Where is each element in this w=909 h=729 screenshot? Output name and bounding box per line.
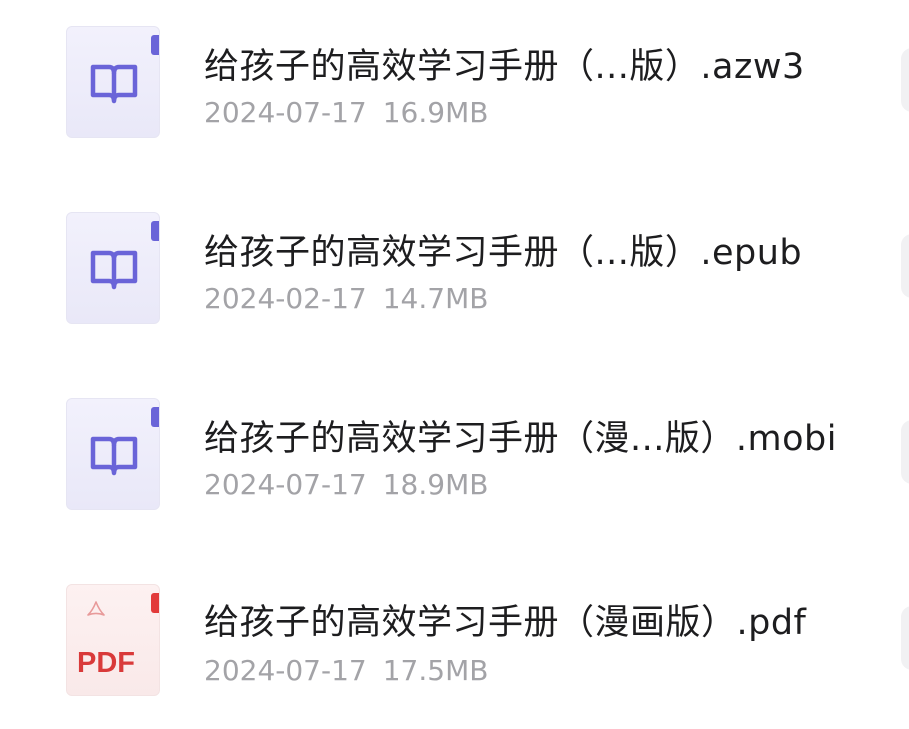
file-list: 给孩子的高效学习手册（...版）.azw3 2024-07-17 16.9MB 给… bbox=[0, 0, 909, 729]
row-action-handle[interactable] bbox=[901, 234, 909, 298]
row-action-handle[interactable] bbox=[901, 48, 909, 112]
file-name: 给孩子的高效学习手册（漫画版）.pdf bbox=[204, 603, 807, 643]
ebook-icon bbox=[66, 26, 160, 138]
row-action-handle[interactable] bbox=[901, 606, 909, 670]
pdf-icon: PDF bbox=[66, 584, 160, 696]
file-row-epub[interactable]: 给孩子的高效学习手册（...版）.epub 2024-02-17 14.7MB bbox=[0, 186, 909, 336]
ebook-icon bbox=[66, 212, 160, 324]
pdf-type-label: PDF bbox=[77, 647, 135, 679]
file-date: 2024-02-17 bbox=[204, 282, 367, 315]
file-meta: 2024-07-17 16.9MB bbox=[204, 96, 488, 129]
open-book-icon bbox=[90, 64, 138, 104]
file-row-azw3[interactable]: 给孩子的高效学习手册（...版）.azw3 2024-07-17 16.9MB bbox=[0, 0, 909, 150]
row-action-handle[interactable] bbox=[901, 420, 909, 484]
file-corner-tab bbox=[151, 593, 159, 613]
file-size: 17.5MB bbox=[382, 654, 489, 687]
acrobat-logo-icon bbox=[87, 601, 105, 616]
ebook-icon bbox=[66, 398, 160, 510]
file-name: 给孩子的高效学习手册（...版）.azw3 bbox=[204, 47, 805, 87]
file-meta: 2024-07-17 17.5MB bbox=[204, 654, 488, 687]
file-corner-tab bbox=[151, 407, 159, 427]
file-size: 16.9MB bbox=[382, 96, 489, 129]
file-date: 2024-07-17 bbox=[204, 654, 367, 687]
open-book-icon bbox=[90, 436, 138, 476]
file-name: 给孩子的高效学习手册（...版）.epub bbox=[204, 233, 803, 273]
file-row-pdf[interactable]: PDF 给孩子的高效学习手册（漫画版）.pdf 2024-07-17 17.5MB bbox=[0, 556, 909, 706]
open-book-icon bbox=[90, 250, 138, 290]
file-name: 给孩子的高效学习手册（漫...版）.mobi bbox=[204, 419, 837, 459]
file-date: 2024-07-17 bbox=[204, 468, 367, 501]
file-meta: 2024-02-17 14.7MB bbox=[204, 282, 488, 315]
file-row-mobi[interactable]: 给孩子的高效学习手册（漫...版）.mobi 2024-07-17 18.9MB bbox=[0, 372, 909, 522]
file-size: 14.7MB bbox=[382, 282, 489, 315]
file-date: 2024-07-17 bbox=[204, 96, 367, 129]
file-meta: 2024-07-17 18.9MB bbox=[204, 468, 488, 501]
file-size: 18.9MB bbox=[382, 468, 489, 501]
file-corner-tab bbox=[151, 35, 159, 55]
file-corner-tab bbox=[151, 221, 159, 241]
